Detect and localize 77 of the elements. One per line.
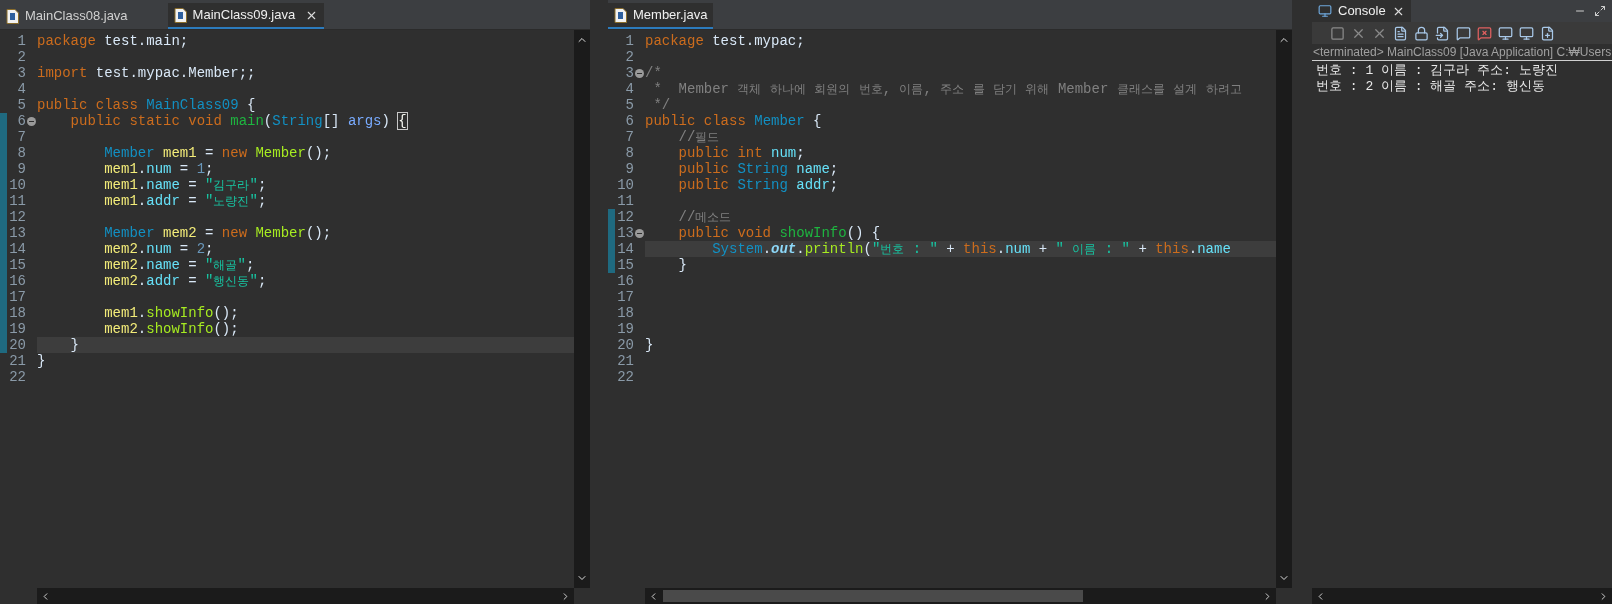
lock-icon[interactable] <box>1414 25 1429 41</box>
line-number: 4 <box>624 81 634 97</box>
tab-label: MainClass09.java <box>192 6 296 25</box>
line-number: 21 <box>616 353 634 369</box>
line-number: 22 <box>616 369 634 385</box>
line-number: 15 <box>616 257 634 273</box>
line-number: 1 <box>624 33 634 49</box>
line-number: 21 <box>8 353 26 369</box>
line-number: 18 <box>616 305 634 321</box>
chat-icon[interactable] <box>1456 25 1471 41</box>
fold-icon[interactable] <box>635 68 644 78</box>
line-number: 9 <box>16 161 26 177</box>
line-number: 7 <box>16 129 26 145</box>
line-number: 2 <box>16 49 26 65</box>
new-file-icon[interactable] <box>1540 25 1555 41</box>
line-number: 9 <box>624 161 634 177</box>
line-number: 10 <box>8 177 26 193</box>
line-number: 20 <box>616 337 634 353</box>
java-file-icon <box>614 7 627 23</box>
console-line: 번호 : 2 이름 : 해골 주소: 행신동 <box>1316 79 1546 95</box>
maximize-icon[interactable] <box>1594 5 1606 17</box>
line-number: 7 <box>624 129 634 145</box>
line-number: 2 <box>624 49 634 65</box>
vertical-scrollbar[interactable] <box>574 30 590 588</box>
line-number: 11 <box>616 193 634 209</box>
tab-label: Member.java <box>633 6 708 25</box>
line-number: 15 <box>8 257 26 273</box>
console-header: <terminated> MainClass09 [Java Application] C:₩Users <box>1312 44 1612 61</box>
editor-tab[interactable]: MainClass08.java <box>0 3 168 29</box>
horizontal-scrollbar[interactable] <box>37 588 574 604</box>
tab-label: MainClass08.java <box>25 7 128 26</box>
line-number: 19 <box>8 321 26 337</box>
line-number: 6 <box>16 113 26 129</box>
fold-icon[interactable] <box>27 116 36 126</box>
line-number: 10 <box>616 177 634 193</box>
line-number: 17 <box>8 289 26 305</box>
document-icon[interactable] <box>1393 25 1408 41</box>
line-number: 12 <box>616 209 634 225</box>
console-line: 번호 : 1 이름 : 김구라 주소: 노량진 <box>1316 63 1559 79</box>
console-tab[interactable]: Console <box>1312 0 1411 22</box>
line-number: 6 <box>624 113 634 129</box>
console-icon <box>1318 4 1332 18</box>
line-number: 4 <box>16 81 26 97</box>
line-number: 17 <box>616 289 634 305</box>
line-number: 20 <box>8 337 26 353</box>
scrollbar-thumb[interactable] <box>663 590 1083 602</box>
line-number: 18 <box>8 305 26 321</box>
vertical-scrollbar[interactable] <box>1276 30 1292 588</box>
line-number: 3 <box>16 65 26 81</box>
line-number: 16 <box>616 273 634 289</box>
line-number: 22 <box>8 369 26 385</box>
editor-tab[interactable]: Member.java <box>608 3 714 29</box>
line-number: 3 <box>624 65 634 81</box>
line-number: 13 <box>8 225 26 241</box>
stop-icon[interactable] <box>1330 25 1345 41</box>
line-number: 12 <box>8 209 26 225</box>
line-number: 8 <box>16 145 26 161</box>
line-number: 14 <box>616 241 634 257</box>
java-file-icon <box>6 8 19 24</box>
editor-tab[interactable]: MainClass09.java <box>167 3 325 29</box>
java-file-icon <box>173 7 187 23</box>
monitor-icon[interactable] <box>1498 25 1513 41</box>
monitor-icon[interactable] <box>1519 25 1534 41</box>
line-number: 19 <box>616 321 634 337</box>
line-number: 5 <box>624 97 634 113</box>
chat-error-icon[interactable] <box>1477 25 1492 41</box>
horizontal-scrollbar[interactable] <box>1312 588 1612 604</box>
line-number: 11 <box>8 193 26 209</box>
line-number: 13 <box>616 225 634 241</box>
line-number: 5 <box>16 97 26 113</box>
horizontal-scrollbar[interactable] <box>645 588 1276 604</box>
tab-label: Console <box>1338 2 1386 21</box>
line-number: 1 <box>16 33 26 49</box>
fold-icon[interactable] <box>635 228 644 238</box>
line-number: 16 <box>8 273 26 289</box>
line-number: 14 <box>8 241 26 257</box>
line-number: 8 <box>624 145 634 161</box>
